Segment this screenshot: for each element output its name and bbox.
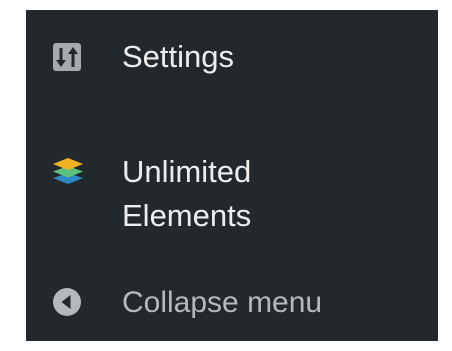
menu-item-settings-label: Settings — [122, 39, 235, 74]
admin-sidebar-menu: Settings Unlimited Elements Collapse men… — [26, 10, 438, 341]
layers-icon — [53, 158, 83, 184]
collapse-menu-button[interactable]: Collapse menu — [26, 276, 438, 332]
collapse-menu-label: Collapse menu — [122, 286, 323, 319]
unlimited-elements-label-line2: Elements — [122, 198, 252, 233]
menu-item-unlimited-elements-label: Unlimited Elements — [122, 150, 382, 238]
collapse-arrow-icon — [53, 288, 81, 316]
menu-item-unlimited-elements[interactable]: Unlimited Elements — [26, 144, 438, 254]
menu-item-settings[interactable]: Settings — [26, 32, 438, 86]
settings-sliders-icon — [53, 43, 81, 71]
unlimited-elements-label-line1: Unlimited — [122, 154, 252, 189]
